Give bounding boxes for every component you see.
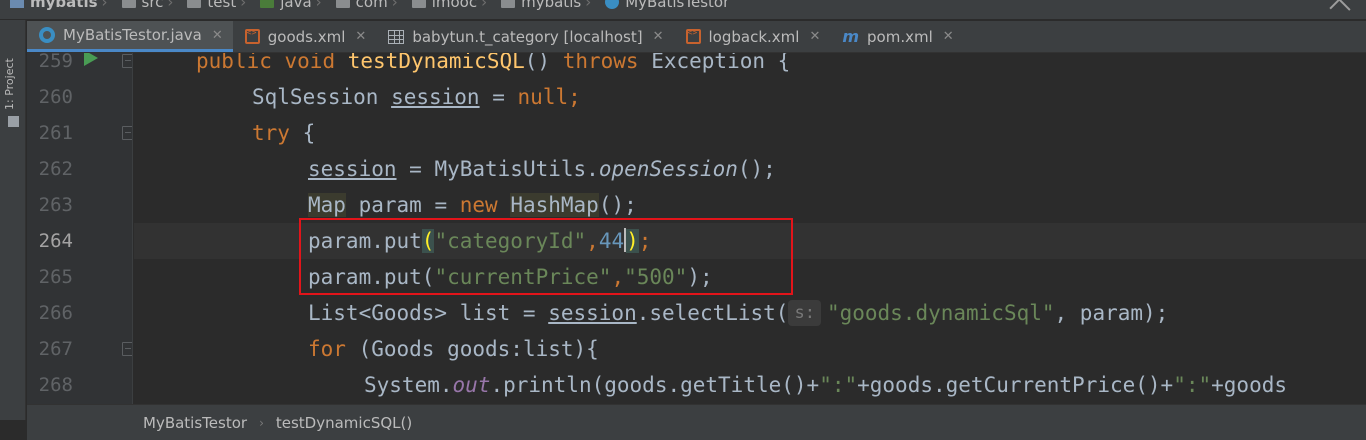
line-number: 266 — [38, 302, 73, 324]
code-line: try { — [252, 121, 316, 145]
close-icon[interactable]: ✕ — [212, 28, 223, 43]
folder-icon — [187, 0, 202, 8]
tab-goods-xml[interactable]: goods.xml ✕ — [233, 21, 377, 52]
breadcrumb-class[interactable]: MyBatisTestor — [143, 414, 247, 432]
breadcrumb-item[interactable]: mybatis › — [10, 0, 116, 11]
breadcrumb-item[interactable]: mybatis › — [501, 0, 599, 11]
breadcrumb-method[interactable]: testDynamicSQL() — [276, 414, 412, 432]
editor-tab-bar: MyBatisTestor.java ✕ goods.xml ✕ babytun… — [27, 21, 1366, 53]
tab-babytun-t-category[interactable]: babytun.t_category [localhost] ✕ — [376, 21, 673, 52]
line-number: 260 — [38, 86, 73, 108]
breadcrumb-item[interactable]: com › — [335, 0, 406, 11]
folder-icon — [260, 0, 275, 8]
tab-pom-xml[interactable]: m pom.xml ✕ — [830, 21, 963, 52]
close-icon[interactable]: ✕ — [355, 29, 366, 44]
xml-file-icon — [685, 28, 701, 44]
folder-icon — [121, 0, 136, 8]
line-number: 261 — [38, 122, 73, 144]
close-icon[interactable]: ✕ — [943, 29, 954, 44]
java-class-icon — [39, 27, 55, 43]
highlight-annotation-box — [299, 218, 793, 295]
breadcrumb-item[interactable]: test › — [187, 0, 254, 11]
tool-window-strip: 1: Project — [0, 20, 26, 420]
breadcrumb-item[interactable]: src › — [121, 0, 182, 11]
code-line: System.out.println(goods.getTitle()+":"+… — [364, 373, 1287, 397]
fold-marker-icon[interactable] — [122, 342, 132, 356]
code-line: public void testDynamicSQL() throws Exce… — [196, 53, 791, 73]
fold-marker-icon[interactable] — [122, 126, 132, 140]
editor-gutter[interactable]: 259 260 261 262 263 264 265 266 267 268 — [27, 53, 133, 404]
navigation-bar: mybatis › src › test › java › com › imooc › my… — [0, 0, 1366, 20]
xml-file-icon — [244, 28, 260, 44]
breadcrumb-separator: › — [259, 415, 264, 430]
folder-icon — [411, 0, 426, 8]
breadcrumb-item[interactable]: java › — [260, 0, 329, 11]
folder-icon[interactable] — [8, 116, 19, 127]
code-line: for (Goods goods:list){ — [308, 337, 599, 361]
editor-breadcrumb-bar: MyBatisTestor › testDynamicSQL() — [27, 404, 1366, 440]
maven-icon: m — [842, 27, 860, 46]
close-icon[interactable]: ✕ — [653, 29, 664, 44]
line-number: 268 — [38, 374, 73, 396]
navigate-back-icon[interactable] — [1329, 0, 1351, 19]
project-tool-button[interactable]: 1: Project — [3, 58, 16, 110]
breadcrumb: mybatis › src › test › java › com › imooc › my… — [10, 0, 735, 11]
code-line: SqlSession session = null; — [252, 85, 581, 109]
folder-icon — [501, 0, 516, 8]
java-class-icon — [605, 0, 620, 9]
code-line: session = MyBatisUtils.openSession(); — [308, 157, 776, 181]
breadcrumb-item[interactable]: MyBatisTestor — [605, 0, 729, 11]
code-line: List<Goods> list = session.selectList(s:… — [308, 300, 1169, 326]
line-number: 262 — [38, 158, 73, 180]
db-table-icon — [388, 29, 405, 44]
run-test-icon[interactable] — [84, 53, 98, 66]
parameter-hint: s: — [788, 300, 821, 326]
line-number: 264 — [38, 230, 73, 252]
breadcrumb-item[interactable]: imooc › — [411, 0, 495, 11]
line-number: 263 — [38, 194, 73, 216]
module-icon — [10, 0, 24, 8]
line-number: 259 — [38, 53, 73, 72]
line-number: 265 — [38, 266, 73, 288]
tab-mybatistestor-java[interactable]: MyBatisTestor.java ✕ — [27, 21, 233, 52]
tab-logback-xml[interactable]: logback.xml ✕ — [674, 21, 831, 52]
fold-marker-icon[interactable] — [122, 54, 132, 68]
close-icon[interactable]: ✕ — [809, 29, 820, 44]
line-number: 267 — [38, 338, 73, 360]
folder-icon — [335, 0, 350, 8]
